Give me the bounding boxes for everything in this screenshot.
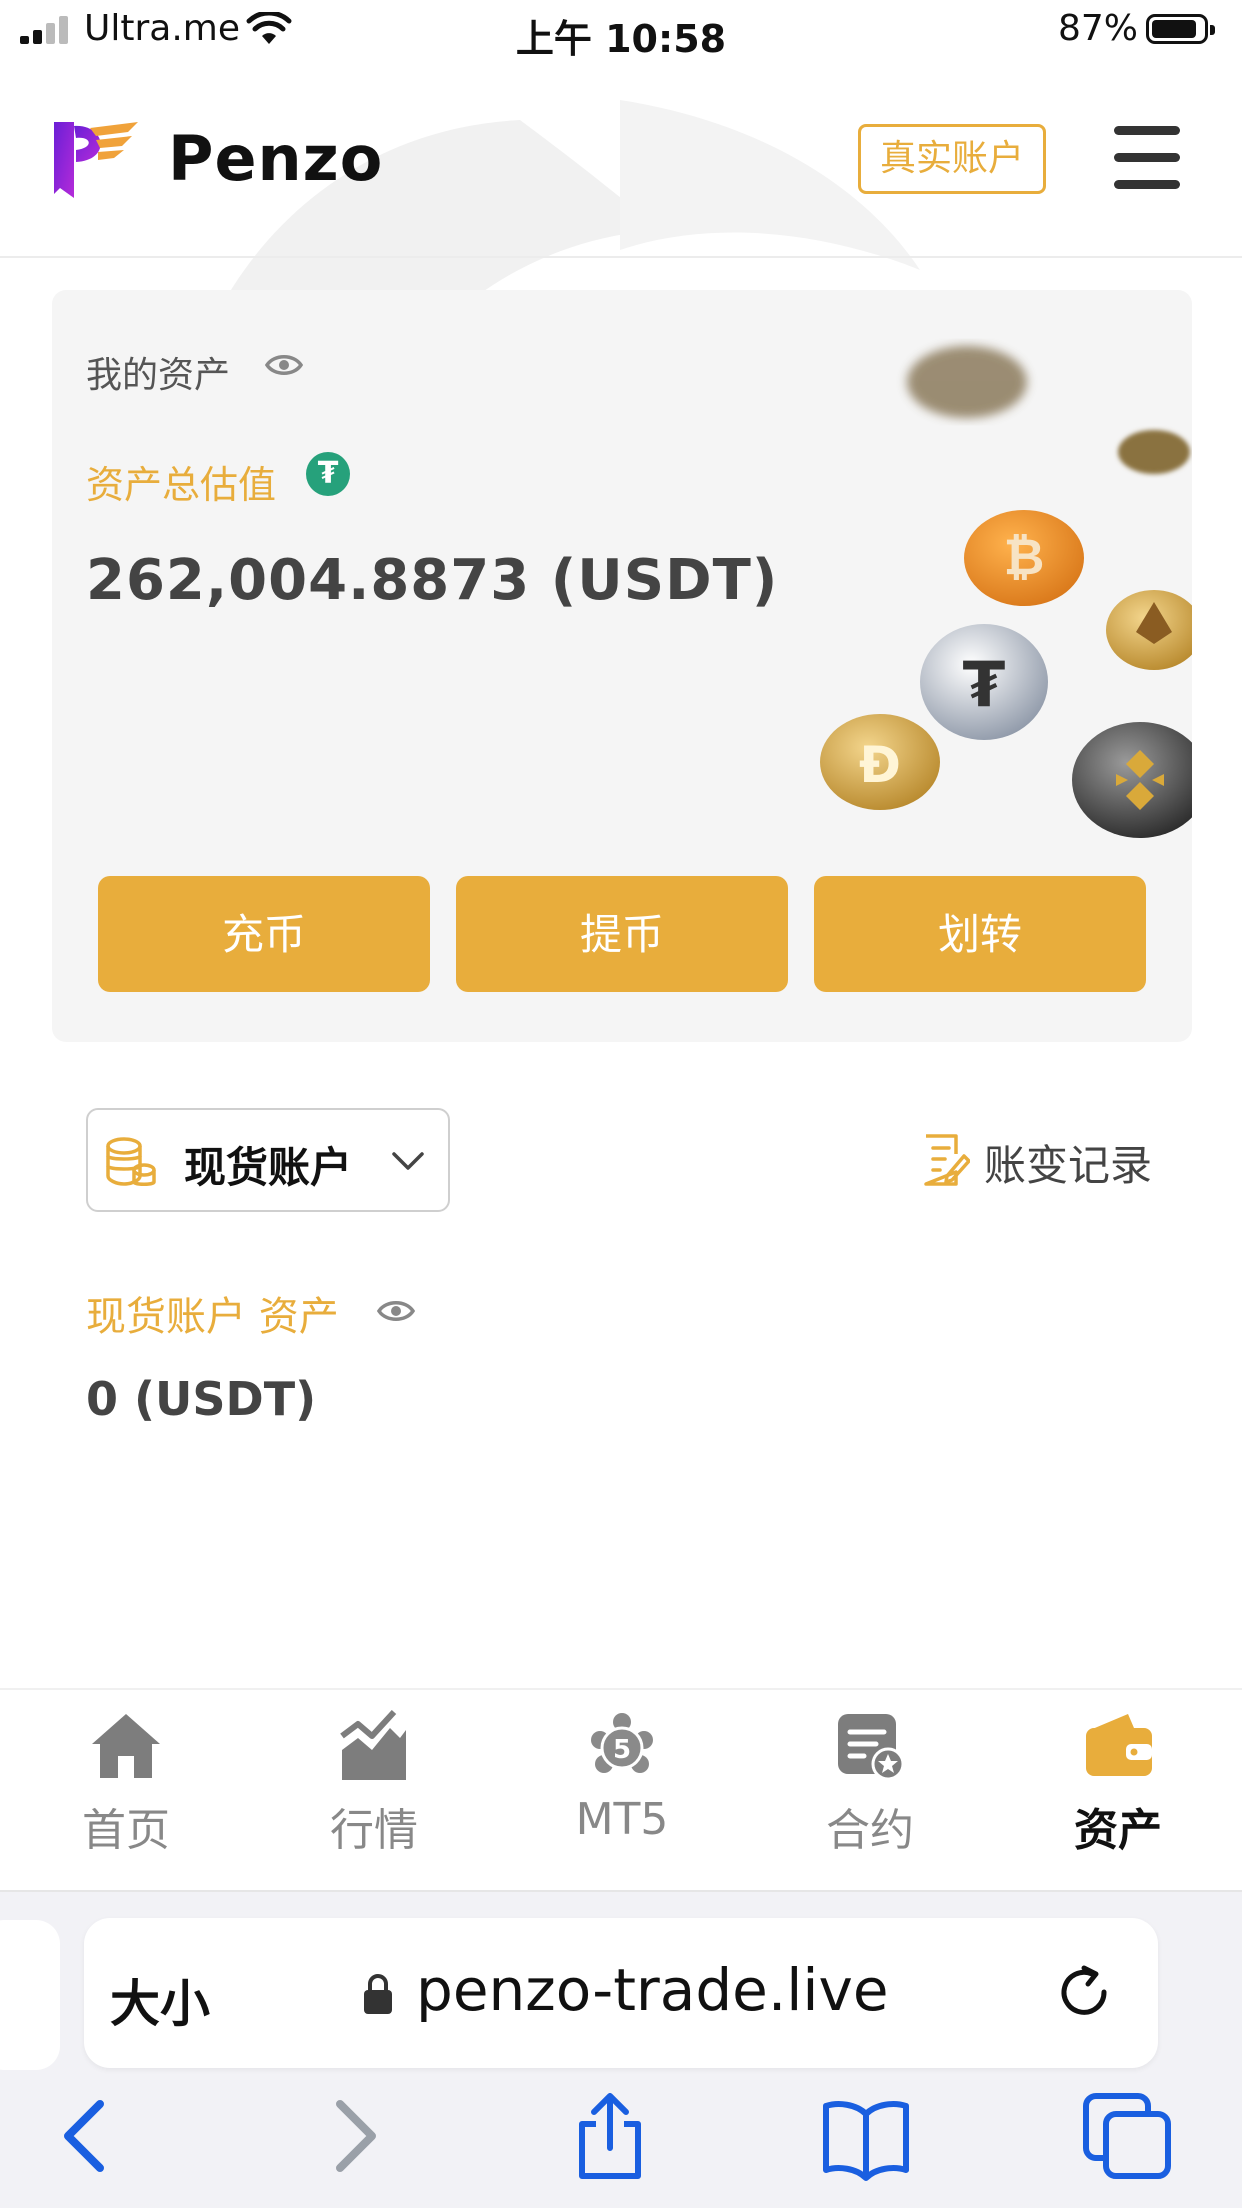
tabs-icon[interactable] bbox=[1082, 2090, 1174, 2182]
records-label: 账变记录 bbox=[984, 1141, 1153, 1190]
reload-icon[interactable] bbox=[1054, 1962, 1116, 2024]
battery-level bbox=[1152, 20, 1196, 38]
tab-contract[interactable]: 合约 bbox=[770, 1710, 970, 1870]
back-icon[interactable] bbox=[40, 2090, 132, 2182]
total-valuation-label: 资产总估值 bbox=[86, 463, 277, 507]
tab-home[interactable]: 首页 bbox=[26, 1710, 226, 1870]
previous-tab-preview[interactable] bbox=[0, 1920, 60, 2070]
url-text: penzo-trade.live bbox=[416, 1956, 889, 2024]
eye-icon[interactable] bbox=[376, 1296, 416, 1326]
share-icon[interactable] bbox=[564, 2090, 656, 2182]
spot-assets-value: 0 (USDT) bbox=[86, 1372, 317, 1426]
status-bar: Ultra.me 上午 10:58 87% bbox=[0, 0, 1242, 62]
battery-percent: 87% bbox=[1057, 8, 1138, 49]
transfer-button[interactable]: 划转 bbox=[814, 876, 1146, 992]
tab-assets[interactable]: 资产 bbox=[1018, 1710, 1218, 1870]
address-bar[interactable]: 大小 penzo-trade.live bbox=[84, 1918, 1158, 2068]
eye-icon[interactable] bbox=[264, 350, 304, 380]
text-size-label: 大小 bbox=[110, 1975, 210, 2033]
contract-icon bbox=[838, 1714, 905, 1781]
text-size-button[interactable]: 大小 bbox=[110, 1964, 210, 2036]
real-account-badge[interactable]: 真实账户 bbox=[858, 124, 1046, 194]
lock-icon bbox=[364, 1974, 392, 2014]
bottom-tab-bar: 首页 行情 5 MT5 合约 资产 bbox=[0, 1688, 1242, 1892]
wallet-icon bbox=[1086, 1714, 1152, 1776]
chevron-down-icon bbox=[392, 1152, 424, 1170]
usdt-icon: ₮ bbox=[306, 452, 350, 496]
forward-icon[interactable] bbox=[308, 2090, 400, 2182]
asset-overview-card: 我的资产 资产总估值 ₮ 262,004.8873 (USDT) ₿ ₮ Ð 充… bbox=[52, 290, 1192, 1042]
database-icon bbox=[106, 1137, 156, 1186]
home-icon bbox=[92, 1714, 160, 1778]
spot-assets-label: 现货账户 资产 bbox=[86, 1294, 339, 1340]
tab-market[interactable]: 行情 bbox=[274, 1710, 474, 1870]
tab-label: 合约 bbox=[826, 1805, 914, 1856]
withdraw-button[interactable]: 提币 bbox=[456, 876, 788, 992]
tab-label: 首页 bbox=[82, 1805, 170, 1856]
svg-text:₿: ₿ bbox=[1004, 528, 1045, 586]
selected-account-label: 现货账户 bbox=[184, 1143, 353, 1192]
bookmarks-icon[interactable] bbox=[820, 2090, 912, 2182]
browser-toolbar: 大小 penzo-trade.live bbox=[0, 1892, 1242, 2208]
mt5-icon: 5 bbox=[591, 1713, 653, 1773]
svg-text:₮: ₮ bbox=[962, 648, 1005, 721]
deposit-button[interactable]: 充币 bbox=[98, 876, 430, 992]
penzo-logo-icon[interactable] bbox=[50, 118, 140, 202]
tab-label: 资产 bbox=[1074, 1805, 1162, 1856]
svg-text:5: 5 bbox=[613, 1735, 631, 1765]
total-valuation-value: 262,004.8873 (USDT) bbox=[86, 548, 779, 613]
battery-icon bbox=[1146, 14, 1215, 44]
crypto-coins-illustration: ₿ ₮ Ð bbox=[820, 346, 1192, 838]
brand-name: Penzo bbox=[168, 122, 384, 195]
my-assets-label: 我的资产 bbox=[86, 355, 231, 396]
tab-mt5[interactable]: 5 MT5 bbox=[522, 1710, 722, 1870]
svg-text:Ð: Ð bbox=[859, 736, 901, 794]
account-type-select[interactable]: 现货账户 bbox=[86, 1108, 450, 1212]
chart-icon bbox=[340, 1710, 406, 1780]
hamburger-menu-icon[interactable] bbox=[1114, 122, 1180, 194]
app-header: Penzo 真实账户 bbox=[0, 62, 1242, 258]
tab-label: MT5 bbox=[575, 1794, 669, 1845]
clock-time: 上午 10:58 bbox=[515, 17, 727, 61]
tab-label: 行情 bbox=[330, 1805, 418, 1856]
document-edit-icon bbox=[924, 1134, 970, 1186]
